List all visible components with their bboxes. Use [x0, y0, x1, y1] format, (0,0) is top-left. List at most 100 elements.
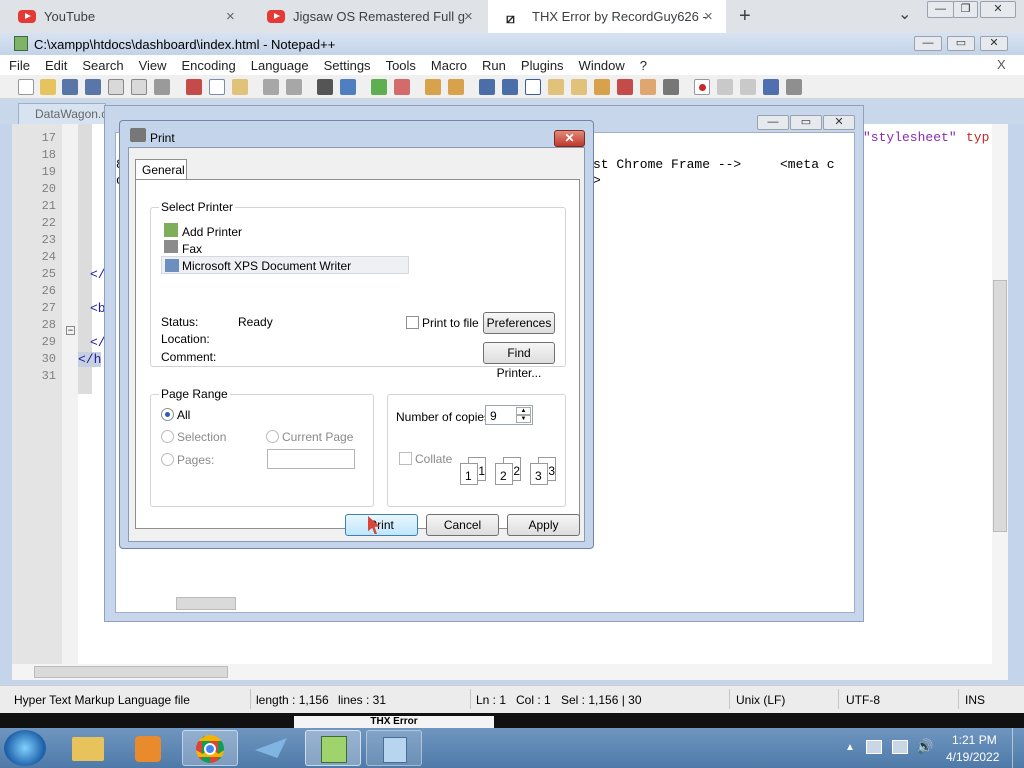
close-tab-icon[interactable]: ×: [464, 8, 473, 25]
zoom-out-icon[interactable]: [394, 79, 410, 95]
indent-guide-icon[interactable]: [525, 79, 541, 95]
dialog-close-button[interactable]: ✕: [554, 130, 585, 147]
new-file-icon[interactable]: [18, 79, 34, 95]
copies-spinner[interactable]: 9 ▲ ▼: [485, 405, 533, 425]
outer-restore-button[interactable]: ❐: [953, 1, 978, 18]
undo-icon[interactable]: [263, 79, 279, 95]
eye-icon[interactable]: [663, 79, 679, 95]
maximize-button[interactable]: ▭: [947, 36, 975, 51]
apply-button[interactable]: Apply: [507, 514, 580, 536]
printer-add-printer[interactable]: Add Printer: [182, 225, 242, 239]
zoom-in-icon[interactable]: [371, 79, 387, 95]
collate-checkbox[interactable]: [399, 452, 412, 465]
tab-list-chevron-icon[interactable]: ⌄: [898, 4, 911, 24]
stop-macro-icon[interactable]: [717, 79, 733, 95]
scroll-thumb[interactable]: [993, 280, 1007, 532]
redo-icon[interactable]: [286, 79, 302, 95]
sub-minimize-button[interactable]: —: [757, 115, 789, 130]
sync-vertical-icon[interactable]: [425, 79, 441, 95]
taskbar-notepad-icon[interactable]: [366, 730, 422, 766]
menu-help[interactable]: ?: [631, 58, 653, 73]
show-desktop-button[interactable]: [1012, 728, 1024, 768]
outer-close-button[interactable]: ✕: [980, 1, 1016, 18]
browser-tab-youtube[interactable]: YouTube ×: [0, 0, 247, 33]
run-macro-multiple-icon[interactable]: [763, 79, 779, 95]
monitoring-icon[interactable]: [640, 79, 656, 95]
doc-map-icon[interactable]: [571, 79, 587, 95]
copy-icon[interactable]: [209, 79, 225, 95]
browser-tab-jigsaw[interactable]: Jigsaw OS Remastered Full game ×: [249, 0, 486, 33]
close-all-icon[interactable]: [131, 79, 147, 95]
save-all-icon[interactable]: [85, 79, 101, 95]
menu-view[interactable]: View: [130, 58, 173, 73]
scroll-thumb[interactable]: [34, 666, 228, 678]
paste-icon[interactable]: [232, 79, 248, 95]
menu-plugins[interactable]: Plugins: [512, 58, 570, 73]
pages-input[interactable]: [267, 449, 355, 469]
taskbar-notepadpp-icon[interactable]: [305, 730, 361, 766]
browser-tab-thx-error[interactable]: ⧄ THX Error by RecordGuy626 - Ga ×: [488, 0, 726, 33]
printer-fax[interactable]: Fax: [182, 242, 202, 256]
menu-search[interactable]: Search: [73, 58, 129, 73]
menu-encoding[interactable]: Encoding: [173, 58, 242, 73]
spin-down-icon[interactable]: ▼: [516, 415, 531, 423]
taskbar-chrome-icon[interactable]: [182, 730, 238, 766]
editor-horizontal-scrollbar[interactable]: [12, 664, 1008, 680]
show-hidden-icons-icon[interactable]: ▲: [845, 742, 855, 753]
print-to-file-checkbox[interactable]: [406, 316, 419, 329]
doc-tab-datawagon[interactable]: DataWagon.co: [18, 103, 106, 124]
volume-icon[interactable]: 🔊: [916, 738, 933, 755]
play-macro-icon[interactable]: [740, 79, 756, 95]
save-icon[interactable]: [62, 79, 78, 95]
range-current-radio[interactable]: [266, 430, 279, 443]
save-macro-icon[interactable]: [786, 79, 802, 95]
outer-minimize-button[interactable]: —: [927, 1, 954, 18]
taskbar-media-player-icon[interactable]: [121, 730, 177, 766]
spin-up-icon[interactable]: ▲: [516, 407, 531, 415]
range-selection-radio[interactable]: [161, 430, 174, 443]
minimize-button[interactable]: —: [914, 36, 942, 51]
close-tab-icon[interactable]: ×: [226, 8, 235, 25]
menu-tools[interactable]: Tools: [377, 58, 422, 73]
printer-xps[interactable]: Microsoft XPS Document Writer: [161, 256, 409, 274]
range-all-radio[interactable]: [161, 408, 174, 421]
function-list-icon[interactable]: [594, 79, 610, 95]
sub-hscroll-thumb[interactable]: [176, 597, 236, 610]
tab-general[interactable]: General: [135, 159, 187, 180]
folder-workspace-icon[interactable]: [617, 79, 633, 95]
lang-icon[interactable]: [548, 79, 564, 95]
print-button[interactable]: Print: [345, 514, 418, 536]
editor-vertical-scrollbar[interactable]: [992, 124, 1008, 664]
record-macro-icon[interactable]: [694, 79, 710, 95]
find-icon[interactable]: [317, 79, 333, 95]
menu-file[interactable]: File: [0, 58, 36, 73]
print-icon[interactable]: [154, 79, 170, 95]
fold-toggle-icon[interactable]: −: [66, 326, 75, 335]
preferences-button[interactable]: Preferences: [483, 312, 555, 334]
menu-window[interactable]: Window: [570, 58, 631, 73]
menu-settings[interactable]: Settings: [315, 58, 377, 73]
word-wrap-icon[interactable]: [479, 79, 495, 95]
sub-close-button[interactable]: ✕: [823, 115, 855, 130]
action-center-icon[interactable]: [866, 740, 882, 754]
find-printer-button[interactable]: Find Printer...: [483, 342, 555, 380]
clock-date[interactable]: 4/19/2022: [946, 750, 999, 764]
new-tab-button[interactable]: +: [739, 5, 751, 28]
menu-macro[interactable]: Macro: [422, 58, 473, 73]
menu-edit[interactable]: Edit: [36, 58, 73, 73]
close-button[interactable]: ✕: [980, 36, 1008, 51]
network-icon[interactable]: [892, 740, 908, 754]
close-tab-icon[interactable]: ×: [704, 8, 713, 25]
menu-language[interactable]: Language: [242, 58, 315, 73]
menu-run[interactable]: Run: [473, 58, 512, 73]
taskbar-explorer-icon[interactable]: [60, 730, 116, 766]
show-all-chars-icon[interactable]: [502, 79, 518, 95]
cut-icon[interactable]: [186, 79, 202, 95]
cancel-button[interactable]: Cancel: [426, 514, 499, 536]
sub-maximize-button[interactable]: ▭: [790, 115, 822, 130]
close-document-button[interactable]: X: [997, 57, 1006, 72]
start-button[interactable]: [4, 730, 46, 766]
taskbar-app-icon[interactable]: [243, 730, 299, 766]
open-file-icon[interactable]: [40, 79, 56, 95]
clock-time[interactable]: 1:21 PM: [952, 733, 997, 747]
